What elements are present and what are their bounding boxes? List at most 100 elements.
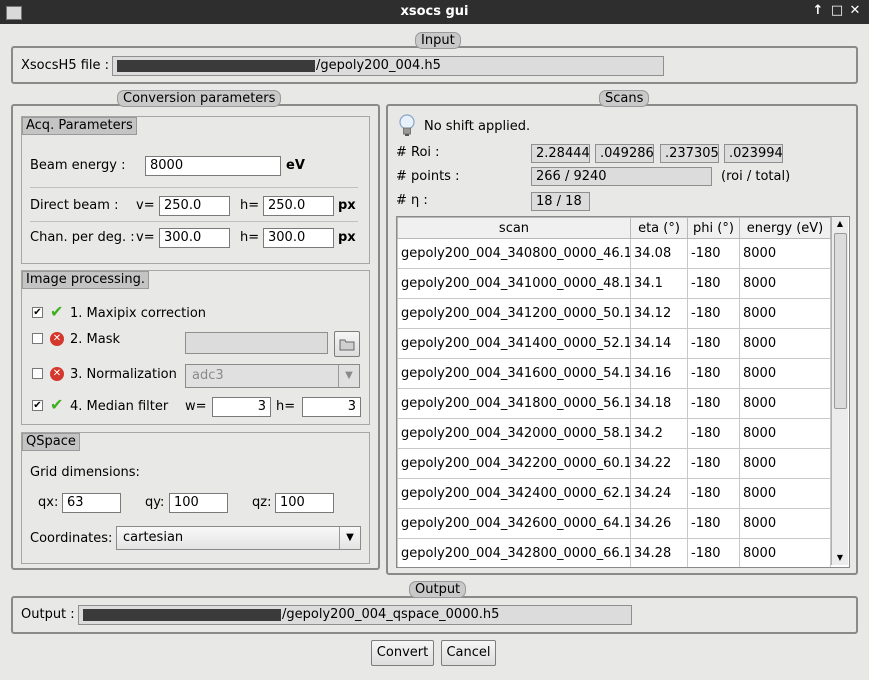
redacted-path-block [83,608,281,621]
scroll-up-arrow-icon[interactable]: ▲ [833,217,847,231]
eta-value: 18 / 18 [531,192,590,211]
table-row[interactable]: gepoly200_004_342400_0000_62.1 34.24 -180 8… [397,478,831,509]
vertical-scrollbar[interactable]: ▲ ▼ [831,217,848,565]
grid-dimensions-label: Grid dimensions: [30,465,140,480]
qy-label: qy: [145,495,165,510]
coordinates-label: Coordinates: [30,531,113,546]
scrollbar-thumb[interactable] [834,233,847,409]
column-header-eta[interactable]: eta (°) [630,217,688,239]
direct-beam-h-input[interactable]: 250.0 [263,196,334,216]
qspace-label: QSpace [22,433,80,451]
maxipix-checkbox[interactable]: ✔ [32,307,43,318]
xsocs-file-field[interactable]: /gepoly200_004.h5 [112,56,664,76]
convert-button[interactable]: Convert [371,640,434,666]
error-x-icon: ✕ [50,332,64,346]
output-group-label: Output [409,581,467,598]
chan-v-label: v= [136,230,155,245]
roi-value-1: 2.28444 [531,144,590,163]
lightbulb-icon [398,114,416,138]
cell-energy: 8000 [739,388,831,419]
cell-phi: -180 [687,298,740,329]
normalization-checkbox[interactable] [32,368,43,379]
cell-energy: 8000 [739,268,831,299]
cancel-button[interactable]: Cancel [441,640,496,666]
cell-energy: 8000 [739,328,831,359]
table-row[interactable]: gepoly200_004_341600_0000_54.1 34.16 -180 8… [397,358,831,389]
direct-beam-label: Direct beam : [30,198,119,213]
cell-eta: 34.24 [630,478,688,509]
normalization-label: 3. Normalization [70,367,177,382]
cell-scan: gepoly200_004_341200_0000_50.1 [397,298,631,329]
table-row[interactable]: gepoly200_004_342800_0000_66.1 34.28 -180 8… [397,538,831,567]
chevron-down-icon: ▼ [339,527,360,549]
cell-scan: gepoly200_004_342600_0000_64.1 [397,508,631,539]
qz-label: qz: [252,495,272,510]
cell-eta: 34.28 [630,538,688,567]
window-restore-icon[interactable]: □ [829,3,845,19]
mask-checkbox[interactable] [32,333,43,344]
direct-beam-v-label: v= [136,198,155,213]
cell-eta: 34.12 [630,298,688,329]
output-file-label: Output : [21,607,75,622]
coordinates-select[interactable]: cartesian ▼ [116,526,361,550]
chan-h-label: h= [240,230,260,245]
window-title: xsocs gui [400,4,469,19]
column-header-energy[interactable]: energy (eV) [739,217,831,239]
scroll-down-arrow-icon[interactable]: ▼ [833,551,847,565]
cell-scan: gepoly200_004_341000_0000_48.1 [397,268,631,299]
table-row[interactable]: gepoly200_004_342000_0000_58.1 34.2 -180 80… [397,418,831,449]
median-filter-checkbox[interactable]: ✔ [32,400,43,411]
qz-input[interactable]: 100 [275,493,334,513]
cell-phi: -180 [687,328,740,359]
table-row[interactable]: gepoly200_004_342600_0000_64.1 34.26 -180 8… [397,508,831,539]
window-close-icon[interactable]: ✕ [847,3,863,19]
check-ok-icon: ✔ [50,395,64,414]
xsocs-file-suffix: /gepoly200_004.h5 [316,58,441,73]
window-maximize-up-icon[interactable]: ↑ [810,3,826,19]
chan-v-input[interactable]: 300.0 [159,228,230,248]
cell-phi: -180 [687,238,740,269]
xsocs-file-label: XsocsH5 file : [21,58,110,73]
beam-energy-input[interactable]: 8000 [145,156,281,176]
median-w-input[interactable]: 3 [212,397,271,417]
cell-scan: gepoly200_004_342200_0000_60.1 [397,448,631,479]
cell-energy: 8000 [739,478,831,509]
median-h-input[interactable]: 3 [302,397,361,417]
direct-beam-v-input[interactable]: 250.0 [159,196,230,216]
cell-phi: -180 [687,418,740,449]
cell-scan: gepoly200_004_340800_0000_46.1 [397,238,631,269]
input-group-label: Input [415,32,461,49]
table-row[interactable]: gepoly200_004_341000_0000_48.1 34.1 -180 80… [397,268,831,299]
normalization-select[interactable]: adc3 ▼ [185,364,360,388]
shift-status-text: No shift applied. [424,119,531,134]
error-x-icon: ✕ [50,367,64,381]
cell-eta: 34.26 [630,508,688,539]
cell-scan: gepoly200_004_342800_0000_66.1 [397,538,631,567]
cell-phi: -180 [687,538,740,567]
folder-open-icon[interactable] [334,331,360,357]
qx-input[interactable]: 63 [62,493,121,513]
chan-h-input[interactable]: 300.0 [263,228,334,248]
median-w-label: w= [185,399,207,414]
cell-scan: gepoly200_004_341400_0000_52.1 [397,328,631,359]
median-h-label: h= [276,399,296,414]
column-header-scan[interactable]: scan [397,217,631,239]
acq-separator-1 [30,187,358,188]
table-row[interactable]: gepoly200_004_341800_0000_56.1 34.18 -180 8… [397,388,831,419]
roi-value-4: .023994 [724,144,783,163]
title-bar: xsocs gui ↑ □ ✕ [0,0,869,24]
table-row[interactable]: gepoly200_004_341200_0000_50.1 34.12 -180 8… [397,298,831,329]
output-file-field[interactable]: /gepoly200_004_qspace_0000.h5 [78,605,632,625]
table-row[interactable]: gepoly200_004_341400_0000_52.1 34.14 -180 8… [397,328,831,359]
coordinates-value: cartesian [123,530,184,545]
maxipix-label: 1. Maxipix correction [70,306,207,321]
scans-table-container: scan eta (°) phi (°) energy (eV) gepoly2… [396,216,850,568]
cell-phi: -180 [687,358,740,389]
cell-eta: 34.18 [630,388,688,419]
cell-eta: 34.2 [630,418,688,449]
table-row[interactable]: gepoly200_004_342200_0000_60.1 34.22 -180 8… [397,448,831,479]
cell-scan: gepoly200_004_341800_0000_56.1 [397,388,631,419]
table-row[interactable]: gepoly200_004_340800_0000_46.1 34.08 -180 8… [397,238,831,269]
qy-input[interactable]: 100 [169,493,228,513]
column-header-phi[interactable]: phi (°) [687,217,740,239]
